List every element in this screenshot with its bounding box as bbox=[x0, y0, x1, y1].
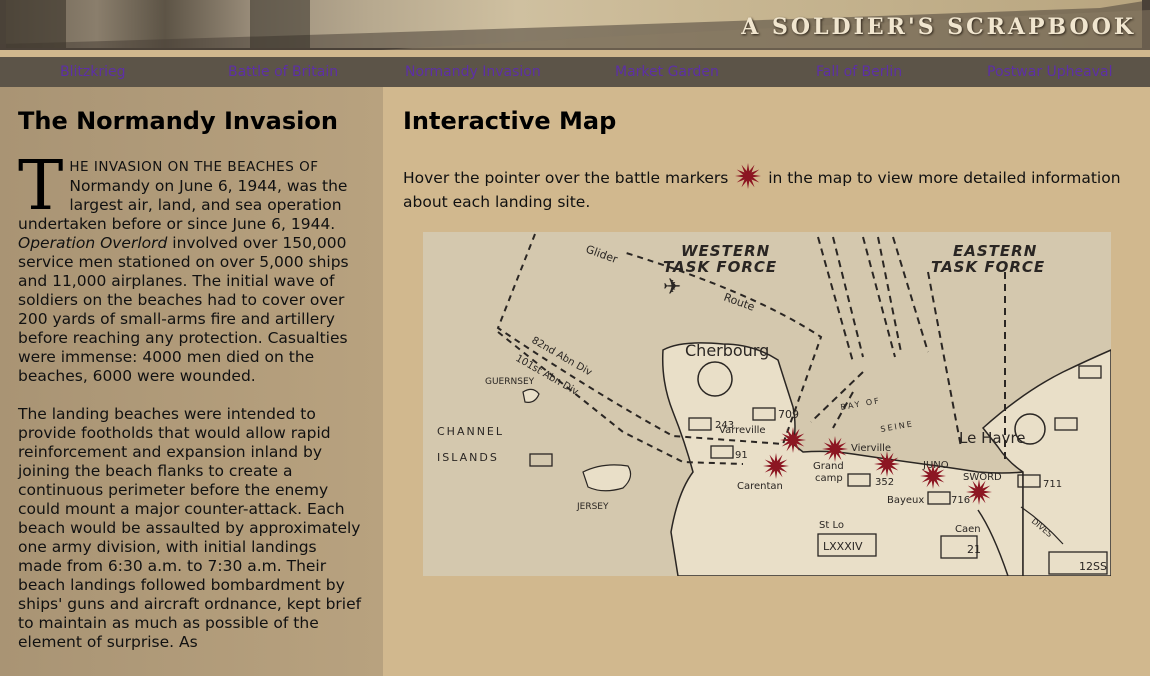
map-label-st-lo: St Lo bbox=[819, 520, 844, 531]
article-text-run: involved over 150,000 service men statio… bbox=[18, 234, 349, 385]
main-navigation: Blitzkrieg Battle of Britain Normandy In… bbox=[0, 57, 1150, 87]
map-label-716: 716 bbox=[951, 495, 970, 506]
map-label-243: 243 bbox=[715, 420, 734, 431]
nav-link-normandy-invasion[interactable]: Normandy Invasion bbox=[405, 64, 541, 80]
article-lead-in: HE INVASION ON THE BEACHES OF bbox=[69, 159, 319, 175]
header-banner: A SOLDIER'S SCRAPBOOK bbox=[0, 0, 1150, 50]
main-content: Interactive Map Hover the pointer over t… bbox=[383, 87, 1150, 676]
map-instructions: Hover the pointer over the battle marker… bbox=[403, 161, 1123, 213]
map-label-cherbourg: Cherbourg bbox=[685, 341, 769, 360]
map-label-grandcamp: Grand bbox=[813, 461, 844, 472]
map-label-caen: Caen bbox=[955, 524, 981, 535]
map-label-711: 711 bbox=[1043, 479, 1062, 490]
article-emphasis: Operation Overlord bbox=[18, 234, 168, 252]
sidebar: The Normandy Invasion T HE INVASION ON TH… bbox=[0, 87, 383, 676]
article-paragraph-1: T HE INVASION ON THE BEACHES OF Normandy … bbox=[18, 147, 363, 386]
map-label-jersey: JERSEY bbox=[576, 502, 609, 512]
drop-cap: T bbox=[18, 147, 64, 226]
map-jersey-island bbox=[582, 464, 632, 492]
map-label-western-tf: TASK FORCE bbox=[663, 258, 777, 276]
nav-link-battle-of-britain[interactable]: Battle of Britain bbox=[228, 64, 338, 80]
nav-link-blitzkrieg[interactable]: Blitzkrieg bbox=[60, 64, 125, 80]
sidebar-title: The Normandy Invasion bbox=[18, 107, 338, 135]
map-label-709: 709 bbox=[778, 408, 799, 421]
battle-marker-legend-icon bbox=[735, 163, 762, 189]
article-text: T HE INVASION ON THE BEACHES OF Normandy … bbox=[18, 147, 363, 671]
nav-link-postwar-upheaval[interactable]: Postwar Upheaval bbox=[987, 64, 1112, 80]
map-label-91: 91 bbox=[735, 450, 748, 461]
article-text-run: Normandy on June 6, 1944, was the larges… bbox=[18, 177, 348, 233]
map-label-eastern-tf: TASK FORCE bbox=[931, 258, 1045, 276]
map-label-bayeux: Bayeux bbox=[887, 495, 924, 506]
map-label-12ss: 12SS bbox=[1079, 560, 1107, 573]
article-paragraph-2: The landing beaches were intended to pro… bbox=[18, 405, 362, 651]
map-label-channel: CHANNEL bbox=[437, 425, 504, 438]
map-label-islands: ISLANDS bbox=[437, 451, 499, 464]
normandy-map: ✈ WESTERN TASK FORCE EASTERN TASK FORCE … bbox=[423, 232, 1111, 576]
map-label-352: 352 bbox=[875, 477, 894, 488]
map-label-lxxxiv: LXXXIV bbox=[823, 540, 863, 553]
map-label-grandcamp-2: camp bbox=[815, 473, 843, 484]
map-label-le-havre: Le Havre bbox=[959, 429, 1026, 447]
plane-icon: ✈ bbox=[663, 275, 681, 300]
nav-link-fall-of-berlin[interactable]: Fall of Berlin bbox=[816, 64, 902, 80]
map-label-juno: JUNO bbox=[922, 460, 949, 471]
main-title: Interactive Map bbox=[403, 107, 617, 135]
map-label-carentan: Carentan bbox=[737, 481, 783, 492]
map-label-guernsey: GUERNSEY bbox=[485, 377, 535, 387]
instructions-text: Hover the pointer over the battle marker… bbox=[403, 169, 729, 187]
map-label-sword: SWORD bbox=[963, 472, 1002, 483]
nav-link-market-garden[interactable]: Market Garden bbox=[615, 64, 719, 80]
site-title: A SOLDIER'S SCRAPBOOK bbox=[741, 14, 1136, 40]
map-label-21: 21 bbox=[967, 543, 981, 556]
map-label-vierville: Vierville bbox=[851, 443, 891, 454]
